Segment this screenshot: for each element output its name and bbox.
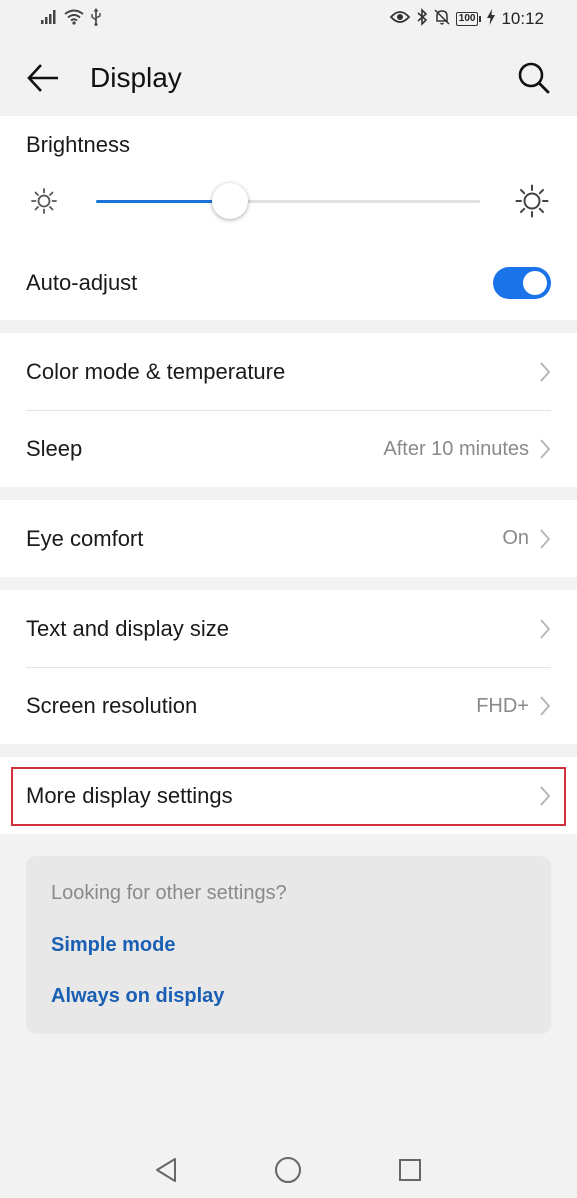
search-button[interactable] <box>513 58 555 98</box>
auto-adjust-label: Auto-adjust <box>26 270 138 295</box>
wifi-icon <box>64 9 84 30</box>
signal-icon <box>40 9 58 30</box>
status-bar: 100 10:12 <box>0 0 577 38</box>
chevron-right-icon <box>540 528 551 549</box>
nav-back-button[interactable] <box>150 1154 182 1186</box>
page-title: Display <box>90 62 182 93</box>
eye-comfort-card: Eye comfort On <box>0 500 577 577</box>
screen-resolution-row[interactable]: Screen resolution FHD+ <box>26 668 551 744</box>
brightness-low-icon <box>30 187 58 220</box>
status-right-icons: 100 10:12 <box>389 7 544 31</box>
suggestions-box: Looking for other settings? Simple mode … <box>26 856 551 1034</box>
brightness-slider-thumb[interactable] <box>212 183 249 219</box>
text-display-size-label: Text and display size <box>26 615 229 641</box>
chevron-right-icon <box>540 439 551 459</box>
color-mode-label: Color mode & temperature <box>26 358 286 384</box>
suggestions-question: Looking for other settings? <box>51 882 287 904</box>
nav-home-button[interactable] <box>272 1154 304 1186</box>
color-sleep-card: Color mode & temperature Sleep After 10 … <box>0 333 577 487</box>
notifications-off-icon <box>434 8 450 31</box>
battery-level: 100 <box>455 12 479 26</box>
eye-comfort-label: Eye comfort <box>26 525 144 551</box>
circle-home-icon <box>275 1157 301 1183</box>
search-icon <box>518 62 550 94</box>
toolbar: Display <box>0 38 577 116</box>
brightness-slider[interactable] <box>96 183 480 219</box>
square-recents-icon <box>399 1159 421 1181</box>
always-on-display-link[interactable]: Always on display <box>51 985 224 1008</box>
back-button[interactable] <box>22 58 64 98</box>
brightness-slider-fill <box>96 200 231 203</box>
eye-icon <box>389 9 410 29</box>
chevron-right-icon <box>540 696 551 716</box>
text-display-size-row[interactable]: Text and display size <box>26 590 551 667</box>
brightness-label: Brightness <box>26 132 130 157</box>
sleep-row[interactable]: Sleep After 10 minutes <box>26 411 551 487</box>
usb-icon <box>90 7 102 31</box>
clock: 10:12 <box>501 9 544 28</box>
more-display-card: More display settings <box>0 757 577 834</box>
nav-recents-button[interactable] <box>394 1154 426 1186</box>
battery-icon: 100 <box>455 12 482 27</box>
auto-adjust-toggle[interactable] <box>493 267 551 299</box>
sleep-value: After 10 minutes <box>383 437 529 460</box>
more-display-settings-label: More display settings <box>26 782 233 808</box>
screen-resolution-label: Screen resolution <box>26 693 198 718</box>
brightness-card: Brightness Auto-adjust <box>0 116 577 320</box>
screen-resolution-value: FHD+ <box>476 694 529 717</box>
more-display-settings-row[interactable]: More display settings <box>26 757 551 834</box>
simple-mode-link[interactable]: Simple mode <box>51 934 175 957</box>
sleep-label: Sleep <box>26 436 83 461</box>
eye-comfort-value: On <box>502 527 529 549</box>
toggle-knob <box>523 271 547 295</box>
triangle-back-icon <box>156 1158 176 1182</box>
chevron-right-icon <box>540 618 551 639</box>
brightness-high-icon <box>515 184 549 223</box>
eye-comfort-row[interactable]: Eye comfort On <box>26 500 551 577</box>
bluetooth-icon <box>416 7 428 31</box>
text-resolution-card: Text and display size Screen resolution … <box>0 590 577 744</box>
status-left-icons <box>40 7 102 31</box>
chevron-right-icon <box>540 785 551 806</box>
auto-adjust-row[interactable]: Auto-adjust <box>26 252 551 314</box>
chevron-right-icon <box>540 361 551 382</box>
back-arrow-icon <box>27 64 58 92</box>
navigation-bar <box>0 1140 577 1198</box>
charging-icon <box>487 8 496 30</box>
color-mode-row[interactable]: Color mode & temperature <box>26 333 551 410</box>
